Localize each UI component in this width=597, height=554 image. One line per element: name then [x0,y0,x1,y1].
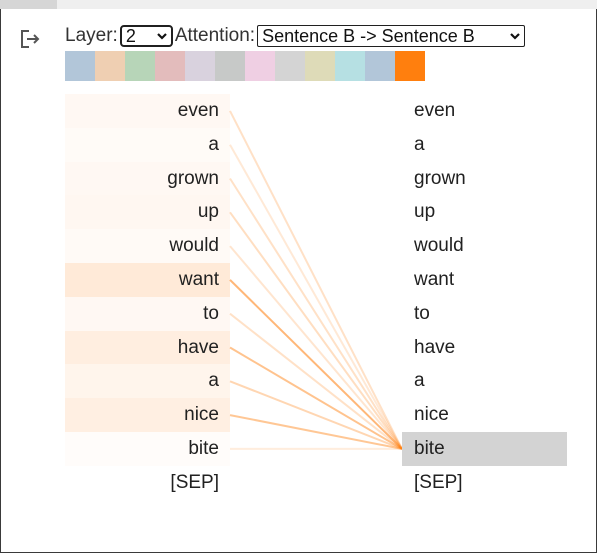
right-token[interactable]: a [402,364,567,398]
head-swatch-11[interactable] [365,51,395,81]
left-token[interactable]: bite [65,432,230,466]
left-token[interactable]: a [65,364,230,399]
right-token[interactable]: up [402,195,567,229]
left-token[interactable]: would [65,229,230,263]
head-swatch-9[interactable] [305,51,335,81]
layer-select-value: 2 [125,25,136,46]
attention-label: Attention: [174,25,256,46]
attention-head-swatches [65,51,425,81]
left-token[interactable]: have [65,330,230,365]
head-swatch-12[interactable] [395,51,425,81]
head-swatch-4[interactable] [155,51,185,81]
right-token[interactable]: grown [402,162,567,196]
right-token[interactable]: even [402,94,567,128]
layer-select[interactable]: 2 [119,25,173,47]
right-token[interactable]: a [402,128,567,162]
head-swatch-8[interactable] [275,51,305,81]
right-token[interactable]: want [402,263,567,297]
attention-select[interactable]: Sentence B -> Sentence B [257,25,526,47]
cell-tab [0,0,57,9]
right-token[interactable]: [SEP] [402,466,567,500]
right-token[interactable]: to [402,297,567,331]
layer-label: Layer: [65,25,118,46]
right-token[interactable]: have [402,331,567,365]
left-token[interactable]: grown [65,161,230,196]
head-swatch-6[interactable] [215,51,245,81]
head-swatch-10[interactable] [335,51,365,81]
left-token[interactable]: [SEP] [65,466,230,500]
head-swatch-1[interactable] [65,51,95,81]
left-token[interactable]: to [65,296,230,331]
head-swatch-2[interactable] [95,51,125,81]
output-exit-icon[interactable] [17,26,43,52]
head-swatch-5[interactable] [185,51,215,81]
head-swatch-3[interactable] [125,51,155,81]
right-token-column: even a grown up would want to have a nice bite [SEP… [402,94,567,500]
chevron-down-icon [157,33,167,40]
left-token[interactable]: want [65,262,230,297]
head-swatch-7[interactable] [245,51,275,81]
attention-select-value: Sentence B -> Sentence B [262,25,475,46]
chevron-down-icon [510,33,520,40]
left-token[interactable]: a [65,128,230,162]
left-token-column: even a grown up would want to have a nice bite [SEP… [65,94,230,500]
right-token[interactable]: nice [402,398,567,432]
right-token-selected[interactable]: bite [402,431,567,466]
cell-top-strip [0,0,597,9]
controls-bar: Layer: 2 Attention: Sentence B -> Senten… [65,24,527,48]
left-token[interactable]: up [65,195,230,230]
left-token[interactable]: nice [65,398,230,432]
right-token[interactable]: would [402,229,567,263]
left-token[interactable]: even [65,94,230,128]
